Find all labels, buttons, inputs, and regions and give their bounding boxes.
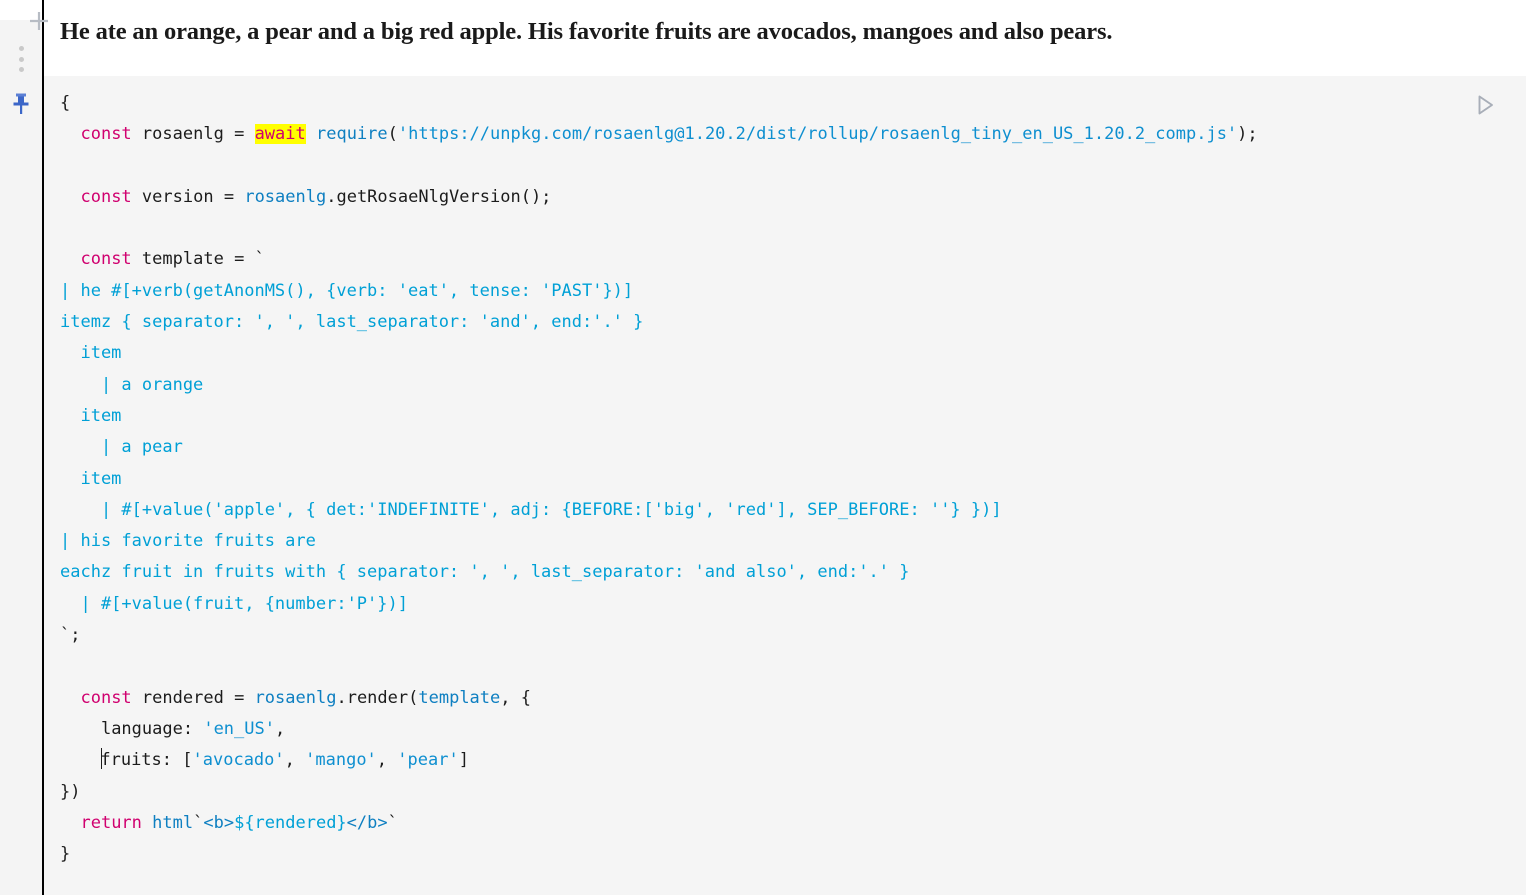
left-gutter xyxy=(0,0,48,895)
code-line: { xyxy=(60,93,71,113)
code-line: const template = ` xyxy=(80,249,265,270)
code-line: item xyxy=(60,405,122,426)
pin-icon[interactable] xyxy=(10,92,32,116)
code-editor[interactable]: { const rosaenlg = await require('https:… xyxy=(44,76,1526,895)
code-line: language: 'en_US', xyxy=(100,718,286,739)
code-line: const version = rosaenlg.getRosaeNlgVers… xyxy=(80,186,552,207)
code-line: | a pear xyxy=(60,437,183,458)
code-line: | his favorite fruits are xyxy=(60,531,316,552)
code-line: item xyxy=(60,343,122,364)
code-line: | a orange xyxy=(60,374,204,395)
code-line: }) xyxy=(60,781,81,802)
code-line: const rendered = rosaenlg.render(templat… xyxy=(80,687,531,708)
code-line: item xyxy=(60,468,122,489)
code-line: | #[+value('apple', { det:'INDEFINITE', … xyxy=(60,499,1002,520)
code-line: itemz { separator: ', ', last_separator:… xyxy=(60,312,644,333)
main-column: He ate an orange, a pear and a big red a… xyxy=(44,0,1526,895)
code-line: return html`<b>${rendered}</b>` xyxy=(80,812,398,833)
code-block[interactable]: { const rosaenlg = await require('https:… xyxy=(44,88,1526,870)
code-line: const rosaenlg = await require('https://… xyxy=(80,124,1258,145)
code-line: fruits: ['avocado', 'mango', 'pear'] xyxy=(100,748,469,771)
play-icon[interactable] xyxy=(1472,92,1498,118)
rendered-output-text: He ate an orange, a pear and a big red a… xyxy=(60,18,1113,45)
code-line: } xyxy=(60,844,71,865)
output-pane: He ate an orange, a pear and a big red a… xyxy=(44,0,1526,76)
kebab-menu-icon[interactable] xyxy=(17,46,25,72)
code-line: | he #[+verb(getAnonMS(), {verb: 'eat', … xyxy=(60,280,634,301)
app-root: He ate an orange, a pear and a big red a… xyxy=(0,0,1526,895)
code-line: `; xyxy=(60,625,81,646)
code-line: | #[+value(fruit, {number:'P'})] xyxy=(60,593,408,614)
plus-icon[interactable] xyxy=(28,10,50,32)
code-line: eachz fruit in fruits with { separator: … xyxy=(60,562,910,583)
